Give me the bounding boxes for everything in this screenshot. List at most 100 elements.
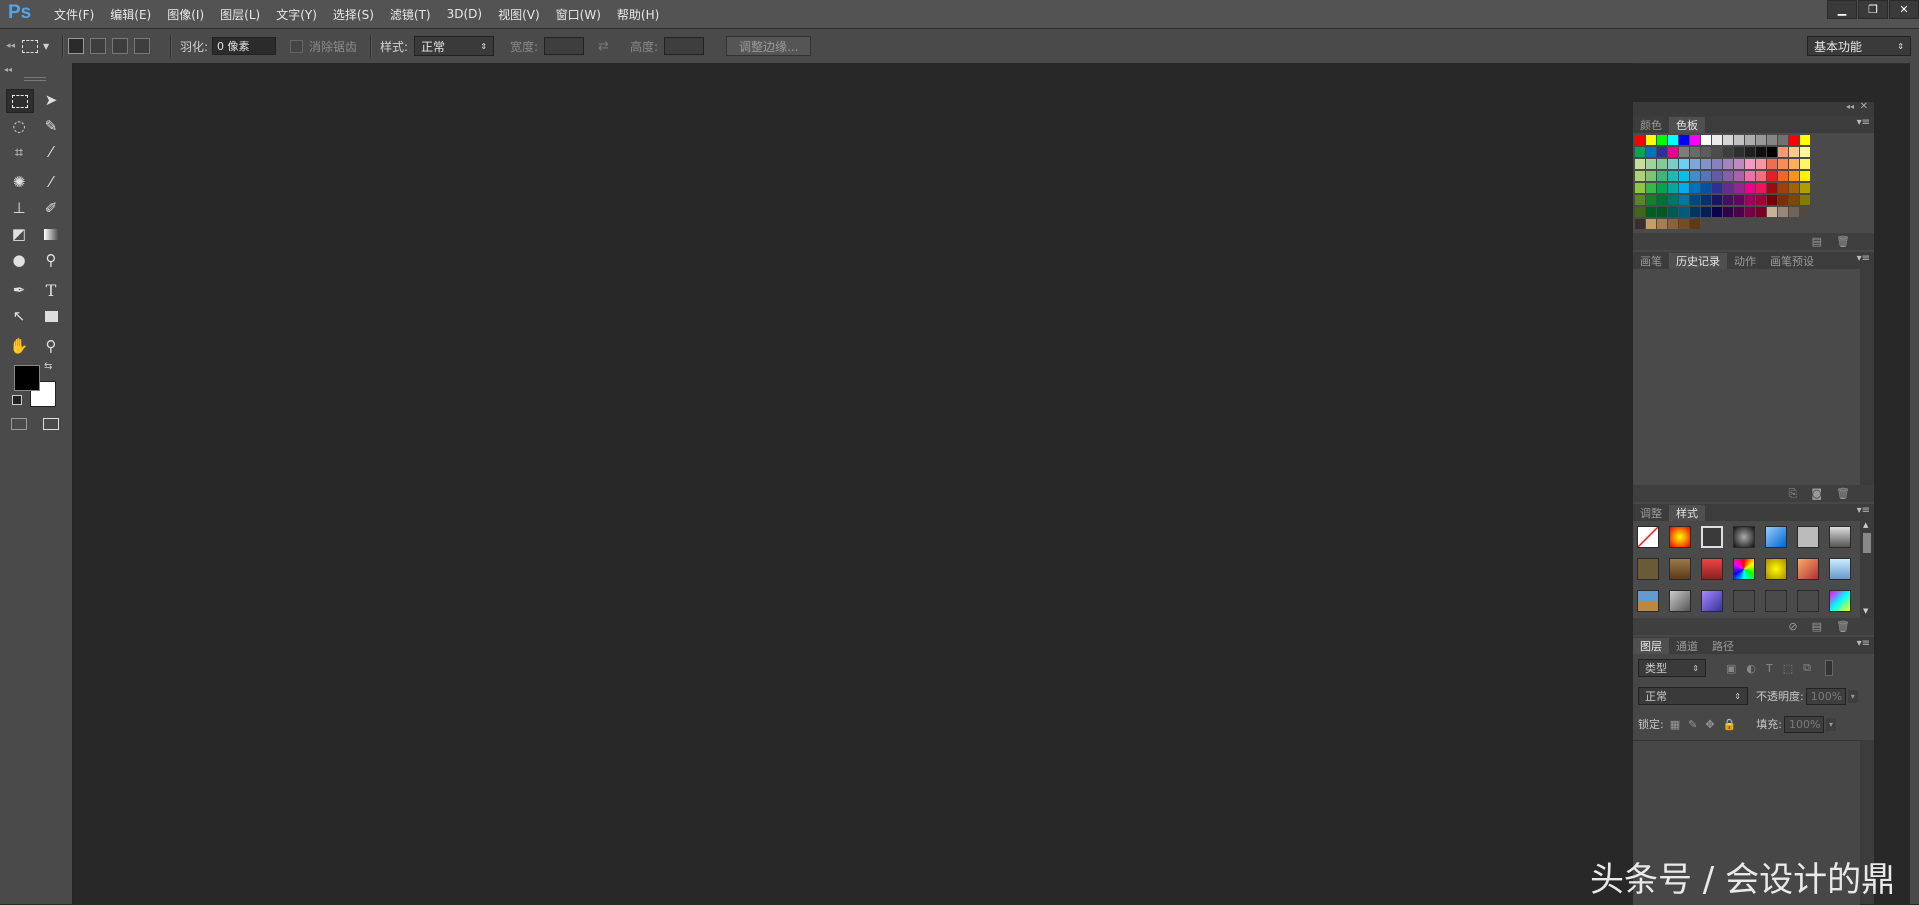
new-swatch-icon[interactable]: ▤ <box>1812 235 1822 248</box>
color-swatch[interactable] <box>1712 207 1722 217</box>
color-swatch[interactable] <box>1679 171 1689 181</box>
color-swatch[interactable] <box>1657 207 1667 217</box>
restore-button[interactable]: ❐ <box>1858 0 1888 19</box>
feather-input[interactable]: 0 像素 <box>212 37 277 55</box>
color-swatch[interactable] <box>1635 207 1645 217</box>
collapse-panels-icon[interactable]: ◂◂ <box>1846 102 1854 111</box>
tab-brush[interactable]: 画笔 <box>1633 253 1669 269</box>
tab-channels[interactable]: 通道 <box>1669 638 1705 654</box>
height-input[interactable] <box>664 37 705 55</box>
swap-colors-icon[interactable]: ⇆ <box>44 361 52 372</box>
menu-image[interactable]: 图像(I) <box>159 6 212 23</box>
lock-transparent-icon[interactable]: ▦ <box>1670 718 1680 731</box>
eraser-tool[interactable]: ◩ <box>6 223 32 245</box>
color-swatch[interactable] <box>1690 159 1700 169</box>
camera-icon[interactable]: ◙ <box>1811 487 1822 500</box>
blur-tool[interactable]: ● <box>6 249 32 271</box>
width-input[interactable] <box>544 37 585 55</box>
opacity-input[interactable]: 100% <box>1805 687 1846 705</box>
color-swatch[interactable] <box>1800 207 1810 217</box>
panel-menu-icon[interactable]: ▾≡ <box>1857 638 1870 649</box>
style-preset[interactable] <box>1765 558 1787 580</box>
color-swatch[interactable] <box>1800 183 1810 193</box>
color-swatch[interactable] <box>1690 135 1700 145</box>
color-swatch[interactable] <box>1668 147 1678 157</box>
color-swatch[interactable] <box>1701 207 1711 217</box>
scroll-down-icon[interactable]: ▼ <box>1863 607 1868 615</box>
color-swatch[interactable] <box>1646 219 1656 229</box>
color-swatch[interactable] <box>1745 171 1755 181</box>
color-swatch[interactable] <box>1800 159 1810 169</box>
lasso-tool[interactable]: ◌ <box>6 115 32 137</box>
tab-styles[interactable]: 样式 <box>1669 505 1705 521</box>
color-swatch[interactable] <box>1712 135 1722 145</box>
tab-actions[interactable]: 动作 <box>1727 253 1763 269</box>
history-brush-tool[interactable]: ✐ <box>38 197 64 219</box>
new-document-icon[interactable]: ⎘ <box>1789 487 1798 501</box>
color-swatch[interactable] <box>1668 135 1678 145</box>
color-swatch[interactable] <box>1701 183 1711 193</box>
close-panels-icon[interactable]: ✕ <box>1860 101 1868 112</box>
color-swatch[interactable] <box>1657 219 1667 229</box>
color-swatch[interactable] <box>1756 147 1766 157</box>
history-scrollbar[interactable] <box>1860 269 1874 485</box>
color-swatch[interactable] <box>1734 135 1744 145</box>
style-select[interactable]: 正常 ⇕ <box>414 36 495 56</box>
clear-style-icon[interactable]: ⊘ <box>1788 620 1797 633</box>
color-swatch[interactable] <box>1668 219 1678 229</box>
new-style-icon[interactable]: ▤ <box>1812 620 1822 633</box>
color-swatch[interactable] <box>1745 135 1755 145</box>
color-swatch[interactable] <box>1712 159 1722 169</box>
color-swatch[interactable] <box>1635 135 1645 145</box>
color-swatch[interactable] <box>1679 207 1689 217</box>
color-swatch[interactable] <box>1767 183 1777 193</box>
tab-history[interactable]: 历史记录 <box>1669 253 1727 269</box>
color-swatch[interactable] <box>1789 183 1799 193</box>
color-swatch[interactable] <box>1679 195 1689 205</box>
color-swatch[interactable] <box>1800 147 1810 157</box>
filter-pixel-icon[interactable]: ▣ <box>1726 662 1736 675</box>
rectangle-tool[interactable] <box>38 305 64 327</box>
canvas-workspace[interactable] <box>74 63 1633 904</box>
history-list[interactable] <box>1633 269 1860 485</box>
color-swatch[interactable] <box>1701 135 1711 145</box>
color-swatch[interactable] <box>1778 135 1788 145</box>
color-swatch[interactable] <box>1789 147 1799 157</box>
style-preset[interactable] <box>1829 526 1851 548</box>
toolbox-handle[interactable] <box>24 77 46 81</box>
tab-adjustments[interactable]: 调整 <box>1633 505 1669 521</box>
color-swatch[interactable] <box>1646 195 1656 205</box>
color-swatch[interactable] <box>1646 135 1656 145</box>
color-swatch[interactable] <box>1723 171 1733 181</box>
color-swatch[interactable] <box>1767 135 1777 145</box>
color-swatch[interactable] <box>1767 171 1777 181</box>
color-swatch[interactable] <box>1657 135 1667 145</box>
color-swatch[interactable] <box>1712 183 1722 193</box>
swap-dimensions-icon[interactable]: ⇄ <box>598 39 609 54</box>
menu-layer[interactable]: 图层(L) <box>212 6 268 23</box>
style-preset[interactable] <box>1797 558 1819 580</box>
minimize-button[interactable]: ▁ <box>1827 0 1857 19</box>
color-swatch[interactable] <box>1789 207 1799 217</box>
default-colors-icon[interactable] <box>12 395 22 405</box>
color-swatch[interactable] <box>1690 195 1700 205</box>
panel-menu-icon[interactable]: ▾≡ <box>1857 253 1870 264</box>
color-swatch[interactable] <box>1657 159 1667 169</box>
trash-icon[interactable]: 🗑 <box>1836 235 1850 248</box>
color-swatch[interactable] <box>1657 195 1667 205</box>
dodge-tool[interactable]: ⚲ <box>38 249 64 271</box>
menu-type[interactable]: 文字(Y) <box>268 6 325 23</box>
color-swatch[interactable] <box>1679 147 1689 157</box>
tab-paths[interactable]: 路径 <box>1705 638 1741 654</box>
color-swatch[interactable] <box>1756 159 1766 169</box>
filter-adjustment-icon[interactable]: ◐ <box>1746 662 1756 675</box>
menu-file[interactable]: 文件(F) <box>46 6 102 23</box>
color-swatch[interactable] <box>1756 195 1766 205</box>
style-preset[interactable] <box>1765 590 1787 612</box>
panel-menu-icon[interactable]: ▾≡ <box>1857 505 1870 516</box>
pen-tool[interactable]: ✒ <box>6 279 32 301</box>
color-swatch[interactable] <box>1635 171 1645 181</box>
zoom-tool[interactable]: ⚲ <box>38 335 64 357</box>
color-swatch[interactable] <box>1734 171 1744 181</box>
style-preset[interactable] <box>1733 558 1755 580</box>
